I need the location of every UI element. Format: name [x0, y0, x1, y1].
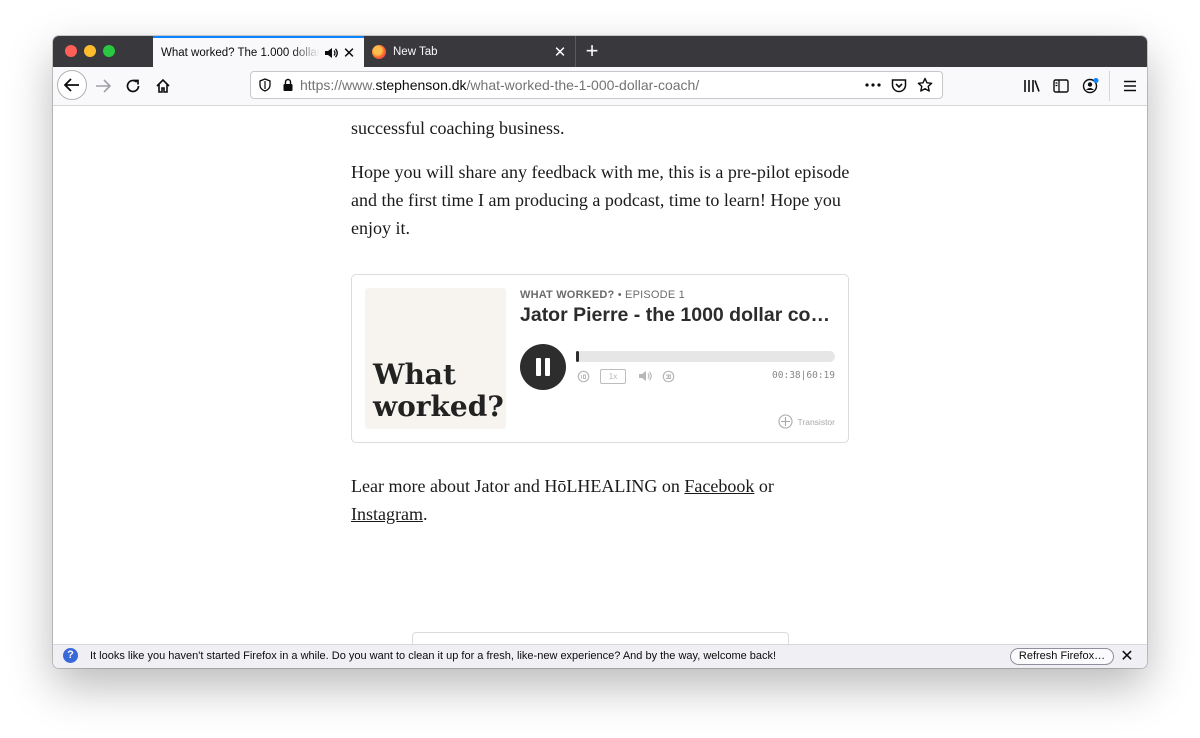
brand-name: Transistor — [797, 416, 835, 427]
links-text-before: Lear more about Jator and HōLHEALING on — [351, 476, 685, 496]
address-bar[interactable]: https://www.stephenson.dk/what-worked-th… — [250, 71, 943, 99]
cover-title: What worked? — [373, 358, 504, 423]
show-name: WHAT WORKED? — [520, 289, 615, 301]
pause-icon-bar — [545, 358, 550, 376]
total-duration: 60:19 — [806, 370, 835, 381]
zoom-window-button[interactable] — [103, 45, 115, 57]
menu-hamburger-icon[interactable] — [1116, 72, 1144, 100]
instagram-link[interactable]: Instagram — [351, 504, 423, 524]
tab-title: New Tab — [393, 45, 438, 58]
facebook-link[interactable]: Facebook — [684, 476, 754, 496]
sidebar-icon[interactable] — [1047, 72, 1075, 100]
speaker-icon[interactable] — [324, 47, 338, 59]
separator: • — [614, 289, 626, 301]
tab-new-tab[interactable]: New Tab ✕ — [364, 36, 576, 67]
pause-button[interactable] — [520, 344, 566, 390]
podcast-cover-art: What worked? — [365, 288, 506, 429]
url-text: https://www.stephenson.dk/what-worked-th… — [300, 77, 699, 93]
pocket-icon[interactable] — [886, 74, 912, 96]
minimize-window-button[interactable] — [84, 45, 96, 57]
progress-bar[interactable] — [576, 351, 835, 362]
article-intro-fragment: successful coaching business. — [351, 114, 851, 142]
close-window-button[interactable] — [65, 45, 77, 57]
links-text-between: or — [754, 476, 774, 496]
show-episode-line: WHAT WORKED? • EPISODE 1 — [520, 289, 685, 301]
pause-icon — [536, 358, 541, 376]
navigation-toolbar: https://www.stephenson.dk/what-worked-th… — [53, 67, 1147, 106]
refresh-firefox-notification: ? It looks like you haven't started Fire… — [53, 644, 1147, 668]
embedded-box — [412, 632, 789, 644]
url-host: stephenson.dk — [375, 77, 467, 93]
rewind-10-icon[interactable] — [576, 369, 590, 383]
podcast-player: What worked? WHAT WORKED? • EPISODE 1 Ja… — [351, 274, 849, 443]
transistor-brand[interactable]: Transistor — [777, 414, 835, 429]
tracking-shield-icon[interactable] — [259, 78, 271, 92]
tab-strip: What worked? The 1.000 dollar coach ✕ Ne… — [53, 36, 1147, 67]
article-paragraph-links: Lear more about Jator and HōLHEALING on … — [351, 472, 851, 528]
question-icon: ? — [63, 648, 78, 663]
page-actions-icon[interactable] — [860, 74, 886, 96]
bookmark-star-icon[interactable] — [912, 74, 938, 96]
url-actions — [860, 74, 938, 96]
home-icon[interactable] — [149, 72, 177, 100]
firefox-icon — [372, 44, 386, 59]
url-scheme: https://www. — [300, 77, 376, 93]
close-tab-icon[interactable]: ✕ — [342, 44, 356, 62]
url-path: /what-worked-the-1-000-dollar-coach/ — [466, 77, 700, 93]
episode-title: Jator Pierre - the 1000 dollar coach — [520, 304, 835, 326]
article-paragraph-feedback: Hope you will share any feedback with me… — [351, 158, 851, 242]
close-tab-icon[interactable]: ✕ — [553, 43, 567, 61]
back-arrow-icon[interactable] — [57, 70, 87, 100]
playback-speed-button[interactable]: 1x — [600, 369, 626, 384]
episode-label: EPISODE 1 — [625, 289, 685, 301]
refresh-firefox-button[interactable]: Refresh Firefox… — [1010, 648, 1114, 665]
tab-title: What worked? The 1.000 dollar coach — [161, 46, 320, 59]
notification-message: It looks like you haven't started Firefo… — [90, 650, 777, 662]
forward-arrow-icon[interactable] — [89, 72, 117, 100]
toolbar-separator — [1109, 71, 1110, 101]
progress-fill — [576, 351, 580, 362]
transistor-logo-icon — [777, 414, 793, 429]
library-icon[interactable] — [1017, 72, 1045, 100]
account-icon[interactable] — [1077, 72, 1105, 100]
elapsed-time: 00:38 — [772, 370, 801, 381]
close-notification-icon[interactable]: ✕ — [1119, 646, 1135, 666]
feedback-text: Hope you will share any feedback with me… — [351, 162, 850, 238]
new-tab-plus-icon[interactable]: + — [580, 39, 604, 63]
intro-text: successful coaching business. — [351, 118, 565, 138]
forward-30-icon[interactable] — [661, 369, 675, 383]
reload-icon[interactable] — [119, 72, 147, 100]
links-text-after: . — [422, 504, 428, 524]
lock-icon[interactable] — [282, 78, 294, 92]
time-readout: 00:38|60:19 — [772, 370, 835, 381]
volume-icon[interactable] — [637, 369, 653, 383]
page-content[interactable]: successful coaching business. Hope you w… — [53, 106, 1147, 644]
browser-window: What worked? The 1.000 dollar coach ✕ Ne… — [53, 36, 1147, 668]
tab-what-worked[interactable]: What worked? The 1.000 dollar coach ✕ — [153, 36, 364, 67]
links-paragraph: Lear more about Jator and HōLHEALING on … — [351, 472, 851, 528]
